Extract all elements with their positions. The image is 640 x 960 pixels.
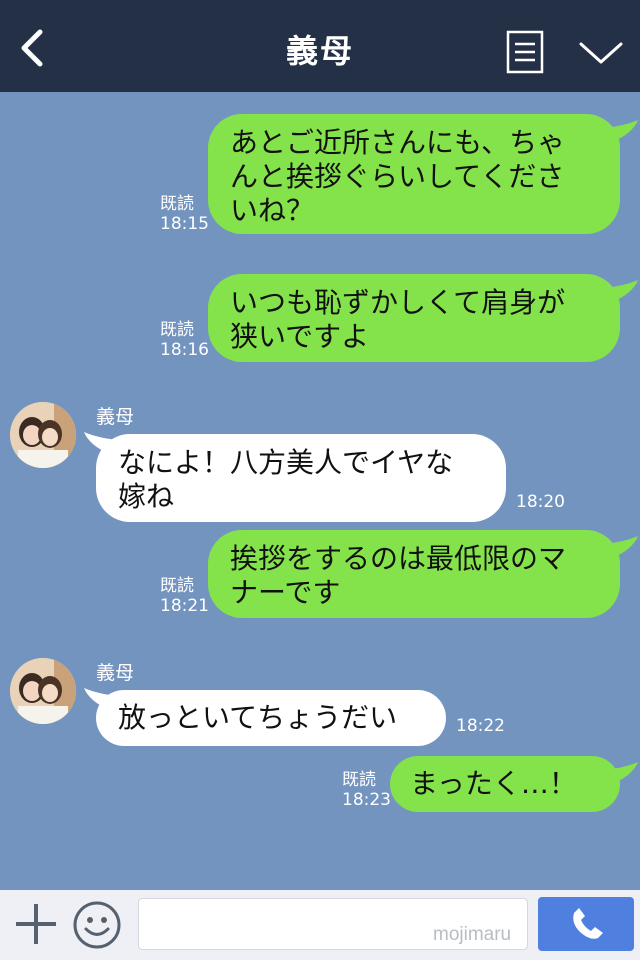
- chat-header: 義母: [0, 0, 640, 92]
- plus-icon[interactable]: [14, 902, 58, 946]
- avatar[interactable]: [10, 658, 76, 724]
- message-line: 狭いですよ: [230, 320, 370, 353]
- timestamp: 18:22: [456, 716, 505, 736]
- read-receipt: 既読: [160, 194, 194, 214]
- read-receipt: 既読: [342, 770, 376, 790]
- chat-area[interactable]: あとご近所さんにも、ちゃ んと挨拶ぐらいしてくださ いね？ 既読 18:15 い…: [0, 92, 640, 890]
- sender-name: 義母: [96, 662, 135, 684]
- timestamp: 18:20: [516, 492, 565, 512]
- message-bubble[interactable]: いつも恥ずかしくて肩身が 狭いですよ: [208, 274, 620, 362]
- message-bubble[interactable]: なによ！八方美人でイヤな 嫁ね: [96, 434, 506, 522]
- message-line: んと挨拶ぐらいしてくださ: [230, 160, 565, 193]
- message-line: 放っといてちょうだい: [118, 701, 398, 734]
- chevron-down-icon[interactable]: [578, 38, 624, 68]
- timestamp: 18:23: [342, 790, 391, 810]
- message-line: 挨拶をするのは最低限のマ: [230, 542, 567, 575]
- message-bubble[interactable]: 放っといてちょうだい: [96, 690, 446, 746]
- avatar-image: [10, 402, 76, 468]
- avatar-image: [10, 658, 76, 724]
- phone-icon: [573, 908, 603, 939]
- message-meta: 既読 18:15: [160, 194, 209, 234]
- timestamp: 18:21: [160, 596, 209, 616]
- message-bubble[interactable]: あとご近所さんにも、ちゃ んと挨拶ぐらいしてくださ いね？: [208, 114, 620, 234]
- menu-list-icon[interactable]: [506, 30, 544, 74]
- read-receipt: 既読: [160, 576, 194, 596]
- watermark: mojimaru: [433, 924, 512, 945]
- message-bubble[interactable]: 挨拶をするのは最低限のマ ナーです: [208, 530, 620, 618]
- message-line: ナーです: [230, 576, 341, 609]
- read-receipt: 既読: [160, 320, 194, 340]
- message-line: 嫁ね: [118, 480, 175, 513]
- message-line: いね？: [230, 194, 315, 227]
- message-line: あとご近所さんにも、ちゃ: [230, 126, 566, 159]
- timestamp: 18:16: [160, 340, 209, 360]
- chat-title: 義母: [285, 32, 354, 70]
- message-meta: 既読 18:23: [342, 770, 391, 810]
- call-button[interactable]: [538, 897, 634, 951]
- message-meta: 既読 18:16: [160, 320, 209, 360]
- smiley-icon[interactable]: [72, 900, 122, 950]
- message-line: いつも恥ずかしくて肩身が: [230, 286, 566, 319]
- avatar[interactable]: [10, 402, 76, 468]
- message-line: まったく…！: [410, 767, 577, 800]
- sender-name: 義母: [96, 406, 135, 428]
- message-line: なによ！八方美人でイヤな: [118, 446, 454, 479]
- timestamp: 18:15: [160, 214, 209, 234]
- message-meta: 既読 18:21: [160, 576, 209, 616]
- message-bubble[interactable]: まったく…！: [390, 756, 620, 812]
